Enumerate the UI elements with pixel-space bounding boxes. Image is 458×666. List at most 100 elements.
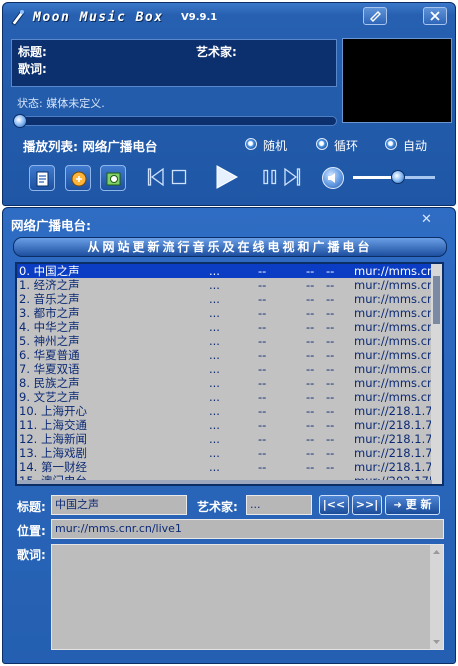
station-col-4: --: [326, 292, 335, 306]
status-text: 状态: 媒体未定义.: [17, 97, 105, 110]
station-col-3: --: [306, 362, 315, 376]
station-row[interactable]: 3. 都市之声... -- -- -- mur://mms.cnr.cn/live4: [17, 306, 432, 320]
station-col-4: --: [326, 376, 335, 390]
station-col-4: --: [326, 460, 335, 474]
minimize-button[interactable]: [363, 7, 387, 25]
station-name: 9. 文艺之声: [19, 390, 80, 404]
prev-station-button[interactable]: |<<: [319, 495, 349, 515]
station-col-1: ...: [209, 306, 220, 320]
station-url: mur://mms.cnr.cn/live9: [354, 376, 432, 390]
mode-loop[interactable]: 循环: [316, 137, 358, 154]
update-banner-button[interactable]: 从网站更新流行音乐及在线电视和广播电台: [13, 237, 447, 257]
station-name: 3. 都市之声: [19, 306, 80, 320]
station-col-1: ...: [209, 334, 220, 348]
title-field[interactable]: 中国之声: [51, 495, 187, 515]
mode-random[interactable]: 随机: [245, 137, 287, 154]
lyrics-textarea[interactable]: [51, 544, 444, 650]
station-name: 8. 民族之声: [19, 376, 80, 390]
pause-icon[interactable]: [262, 169, 278, 185]
station-col-2: --: [258, 432, 267, 446]
station-col-2: --: [258, 264, 267, 278]
station-row[interactable]: 7. 华夏双语... -- -- -- mur://mms.cnr.cn/live8: [17, 362, 432, 376]
station-row[interactable]: 11. 上海交通... -- -- -- mur://218.1.74.2: [17, 418, 432, 432]
station-col-2: --: [258, 320, 267, 334]
station-row[interactable]: 13. 上海戏剧... -- -- -- mur://218.1.74.2: [17, 446, 432, 460]
update-button[interactable]: ➜ 更 新: [385, 495, 440, 515]
app-logo-icon: [11, 10, 25, 26]
station-url: mur://mms.cnr.cn/live3: [354, 292, 432, 306]
next-track-icon[interactable]: [283, 167, 301, 187]
previous-track-icon[interactable]: [147, 167, 165, 187]
station-name: 2. 音乐之声: [19, 292, 80, 306]
station-row[interactable]: 6. 华夏普通... -- -- -- mur://mms.cnr.cn/live7: [17, 348, 432, 362]
station-col-3: --: [306, 320, 315, 334]
station-col-3: --: [306, 432, 315, 446]
volume-icon: [328, 173, 335, 183]
station-row[interactable]: 9. 文艺之声... -- -- -- mur://mms.cnr.cn/live10: [17, 390, 432, 404]
station-col-3: --: [306, 278, 315, 292]
folder-button[interactable]: [65, 165, 91, 191]
radio-dot-icon: [316, 138, 328, 150]
station-row[interactable]: 0. 中国之声... -- -- -- mur://mms.cnr.cn/live1: [17, 264, 432, 278]
next-station-button[interactable]: >>|: [352, 495, 382, 515]
list-vertical-scrollbar[interactable]: [431, 264, 442, 484]
lyrics-scrollbar[interactable]: [430, 545, 443, 649]
volume-button[interactable]: [322, 167, 344, 189]
play-icon[interactable]: [213, 164, 239, 190]
station-col-3: --: [306, 334, 315, 348]
track-info-panel: 标题: 歌词: 艺术家:: [11, 39, 337, 87]
radio-dot-icon: [245, 138, 257, 150]
station-col-4: --: [326, 362, 335, 376]
list-horizontal-scrollbar[interactable]: [17, 480, 432, 484]
seek-knob[interactable]: [13, 114, 27, 128]
disc-button[interactable]: [100, 165, 126, 191]
station-col-3: --: [306, 390, 315, 404]
station-url: mur://mms.cnr.cn/live7: [354, 348, 432, 362]
seek-bar[interactable]: [13, 114, 337, 128]
station-url: mur://mms.cnr.cn/live10: [354, 390, 432, 404]
close-button[interactable]: [423, 7, 447, 25]
station-col-3: --: [306, 376, 315, 390]
station-col-3: --: [306, 264, 315, 278]
station-row[interactable]: 1. 经济之声... -- -- -- mur://mms.cnr.cn/live2: [17, 278, 432, 292]
open-file-button[interactable]: [29, 165, 55, 191]
station-name: 12. 上海新闻: [19, 432, 87, 446]
scrollbar-thumb[interactable]: [433, 276, 440, 324]
playlist-value: 网络广播电台: [82, 139, 158, 154]
station-name: 7. 华夏双语: [19, 362, 80, 376]
station-col-4: --: [326, 404, 335, 418]
station-col-2: --: [258, 376, 267, 390]
form-title-label: 标题:: [17, 500, 46, 514]
station-col-4: --: [326, 432, 335, 446]
station-col-1: ...: [209, 362, 220, 376]
station-list[interactable]: 0. 中国之声...------mur://mms.cnr.cn/live11.…: [15, 262, 444, 486]
volume-knob[interactable]: [391, 170, 406, 184]
station-row[interactable]: 12. 上海新闻... -- -- -- mur://218.1.74.2: [17, 432, 432, 446]
station-name: 10. 上海开心: [19, 404, 87, 418]
station-row[interactable]: 2. 音乐之声... -- -- -- mur://mms.cnr.cn/live3: [17, 292, 432, 306]
station-row[interactable]: 14. 第一财经... -- -- -- mur://218.1.74.2: [17, 460, 432, 474]
station-col-1: ...: [209, 292, 220, 306]
station-col-1: ...: [209, 348, 220, 362]
mode-auto[interactable]: 自动: [385, 137, 427, 154]
station-url: mur://218.1.74.2: [354, 404, 432, 418]
station-col-1: ...: [209, 446, 220, 460]
station-row[interactable]: 4. 中华之声... -- -- -- mur://mms.cnr.cn/live5: [17, 320, 432, 334]
station-url: mur://mms.cnr.cn/live5: [354, 320, 432, 334]
station-row[interactable]: 5. 神州之声... -- -- -- mur://mms.cnr.cn/live6: [17, 334, 432, 348]
radio-close-icon[interactable]: ✕: [421, 212, 432, 227]
station-row[interactable]: 10. 上海开心... -- -- -- mur://218.1.74.2: [17, 404, 432, 418]
app-version: V9.9.1: [181, 12, 218, 23]
volume-slider[interactable]: [353, 170, 435, 184]
scroll-down-icon[interactable]: [430, 637, 443, 647]
station-row[interactable]: 8. 民族之声... -- -- -- mur://mms.cnr.cn/live9: [17, 376, 432, 390]
scroll-up-icon[interactable]: [430, 547, 443, 557]
location-field[interactable]: mur://mms.cnr.cn/live1: [51, 519, 444, 539]
station-col-4: --: [326, 306, 335, 320]
station-col-2: --: [258, 418, 267, 432]
title-bar[interactable]: Moon Music Box V9.9.1: [3, 3, 455, 33]
stop-icon[interactable]: [171, 169, 187, 185]
artist-field[interactable]: ...: [246, 495, 312, 515]
station-col-4: --: [326, 348, 335, 362]
station-col-1: ...: [209, 390, 220, 404]
